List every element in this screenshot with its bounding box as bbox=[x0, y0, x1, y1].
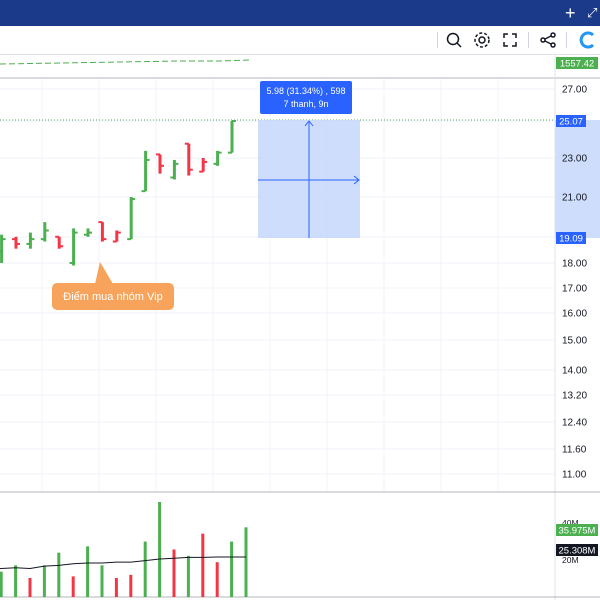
ohlc-bar bbox=[55, 235, 64, 249]
plus-icon[interactable]: + bbox=[565, 2, 576, 24]
ohlc-bar bbox=[141, 150, 150, 193]
price-bars bbox=[0, 120, 237, 266]
volume-bar bbox=[129, 574, 133, 597]
volume-ma-text: 25.308M bbox=[559, 546, 596, 557]
volume-bar bbox=[186, 555, 190, 597]
callout-pointer bbox=[95, 262, 113, 284]
ohlc-bar bbox=[98, 221, 107, 242]
ohlc-bar bbox=[112, 230, 121, 243]
ohlc-bar bbox=[184, 142, 193, 176]
index-label: 1557.42 bbox=[556, 57, 598, 70]
axis-measure-highlight bbox=[555, 120, 600, 238]
volume-bar bbox=[0, 571, 3, 597]
volume-bar bbox=[172, 549, 176, 597]
gear-icon[interactable] bbox=[472, 30, 492, 50]
ohlc-bar bbox=[83, 228, 92, 237]
volume-bar bbox=[201, 533, 205, 597]
ohlc-bar bbox=[155, 153, 164, 174]
high-price-label-text: 25.07 bbox=[559, 117, 583, 128]
high-price-label: 25.07 bbox=[556, 115, 586, 128]
price-tick-label: 27.00 bbox=[562, 85, 587, 96]
volume-bar bbox=[100, 565, 104, 597]
volume-bar bbox=[230, 541, 234, 597]
low-price-label: 19.09 bbox=[556, 232, 586, 245]
ohlc-bar bbox=[127, 197, 136, 241]
volume-bars bbox=[0, 502, 248, 597]
price-tick-label: 14.00 bbox=[562, 366, 587, 377]
volume-bar bbox=[158, 502, 162, 597]
volume-bar bbox=[14, 565, 18, 597]
price-tick-label: 23.00 bbox=[562, 154, 587, 165]
fullscreen-icon[interactable] bbox=[500, 30, 520, 50]
share-icon[interactable] bbox=[538, 30, 558, 50]
ohlc-bar bbox=[12, 236, 21, 249]
volume-bar bbox=[28, 578, 32, 597]
ohlc-bar bbox=[227, 120, 237, 154]
price-tick-label: 15.00 bbox=[562, 336, 587, 347]
volume-bar bbox=[57, 552, 61, 597]
price-tick-label: 16.00 bbox=[562, 309, 587, 320]
volume-bar bbox=[71, 576, 75, 597]
chart-area[interactable]: 5.98 (31.34%) , 598 7 thanh, 9n Điểm mua… bbox=[0, 55, 600, 600]
price-tick-label: 18.00 bbox=[562, 259, 587, 270]
measure-label-line2: 7 thanh, 9n bbox=[283, 99, 328, 109]
price-tick-label: 13.20 bbox=[562, 391, 587, 402]
toolbar-divider bbox=[528, 32, 529, 48]
volume-bar bbox=[86, 546, 90, 597]
zoom-icon[interactable] bbox=[444, 30, 464, 50]
volume-bar bbox=[215, 562, 219, 597]
volume-bar bbox=[143, 541, 147, 597]
price-chart[interactable]: 5.98 (31.34%) , 598 7 thanh, 9n Điểm mua… bbox=[0, 55, 600, 600]
price-tick-label: 11.00 bbox=[562, 470, 587, 481]
toolbar-divider bbox=[566, 32, 567, 48]
volume-ma-line bbox=[0, 556, 246, 572]
current-volume-text: 35.975M bbox=[559, 526, 596, 537]
price-tick-label: 11.60 bbox=[562, 445, 587, 456]
volume-bar bbox=[114, 578, 118, 597]
volume-axis: 40M 20M 35.975M 25.308M bbox=[556, 518, 598, 565]
ohlc-bar bbox=[69, 228, 78, 266]
index-label-text: 1557.42 bbox=[560, 59, 594, 70]
chart-toolbar bbox=[0, 26, 600, 55]
price-tick-label: 12.40 bbox=[562, 418, 587, 429]
volume-bar bbox=[244, 527, 248, 597]
ohlc-bar bbox=[0, 234, 6, 263]
price-tick-label: 21.00 bbox=[562, 193, 587, 204]
volume-tick-20m: 20M bbox=[562, 555, 579, 565]
ohlc-bar bbox=[170, 159, 179, 180]
logo-icon[interactable] bbox=[578, 30, 598, 50]
ohlc-bar bbox=[199, 158, 208, 173]
measure-label-line1: 5.98 (31.34%) , 598 bbox=[266, 86, 345, 96]
measure-label: 5.98 (31.34%) , 598 7 thanh, 9n bbox=[260, 81, 352, 114]
price-tick-label: 17.00 bbox=[562, 284, 587, 295]
ohlc-bar bbox=[26, 232, 35, 249]
low-price-label-text: 19.09 bbox=[559, 234, 583, 245]
callout-text: Điểm mua nhóm Vip bbox=[63, 291, 162, 303]
top-title-bar: + ⤢ bbox=[0, 0, 600, 26]
expand-icon[interactable]: ⤢ bbox=[587, 2, 597, 24]
volume-bar bbox=[42, 565, 46, 597]
toolbar-divider bbox=[437, 32, 438, 48]
